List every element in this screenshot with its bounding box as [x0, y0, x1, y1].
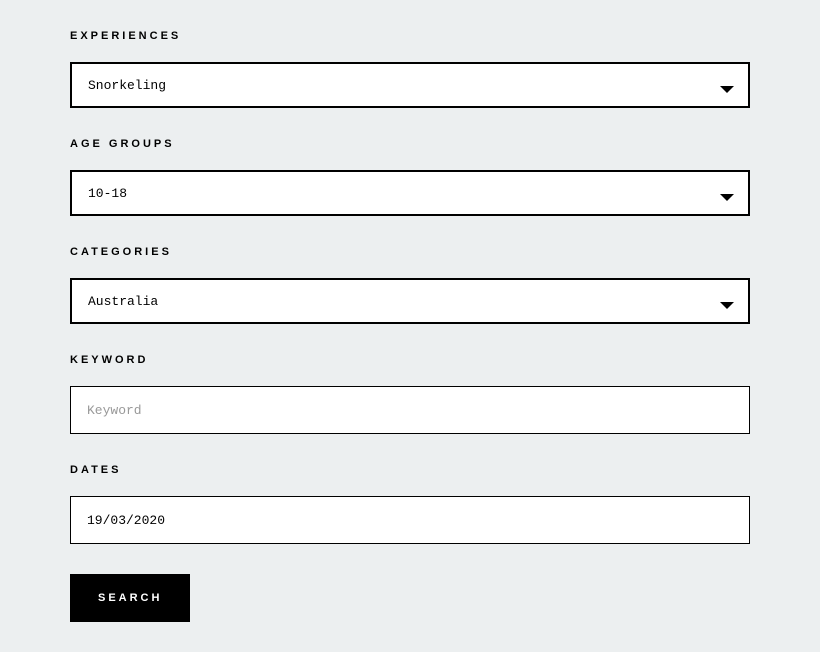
search-button[interactable]: SEARCH	[70, 574, 190, 622]
dates-group: DATES	[70, 464, 750, 544]
categories-label: CATEGORIES	[70, 246, 750, 258]
experiences-label: EXPERIENCES	[70, 30, 750, 42]
age-groups-select[interactable]: 10-18	[70, 170, 750, 216]
experiences-group: EXPERIENCES Snorkeling	[70, 30, 750, 108]
keyword-label: KEYWORD	[70, 354, 750, 366]
dates-label: DATES	[70, 464, 750, 476]
age-groups-group: AGE GROUPS 10-18	[70, 138, 750, 216]
search-form: EXPERIENCES Snorkeling AGE GROUPS 10-18 …	[0, 30, 820, 622]
experiences-select[interactable]: Snorkeling	[70, 62, 750, 108]
keyword-group: KEYWORD	[70, 354, 750, 434]
categories-select-wrapper: Australia	[70, 278, 750, 324]
dates-input[interactable]	[70, 496, 750, 544]
age-groups-label: AGE GROUPS	[70, 138, 750, 150]
age-groups-select-wrapper: 10-18	[70, 170, 750, 216]
categories-select[interactable]: Australia	[70, 278, 750, 324]
experiences-select-wrapper: Snorkeling	[70, 62, 750, 108]
categories-group: CATEGORIES Australia	[70, 246, 750, 324]
keyword-input[interactable]	[70, 386, 750, 434]
